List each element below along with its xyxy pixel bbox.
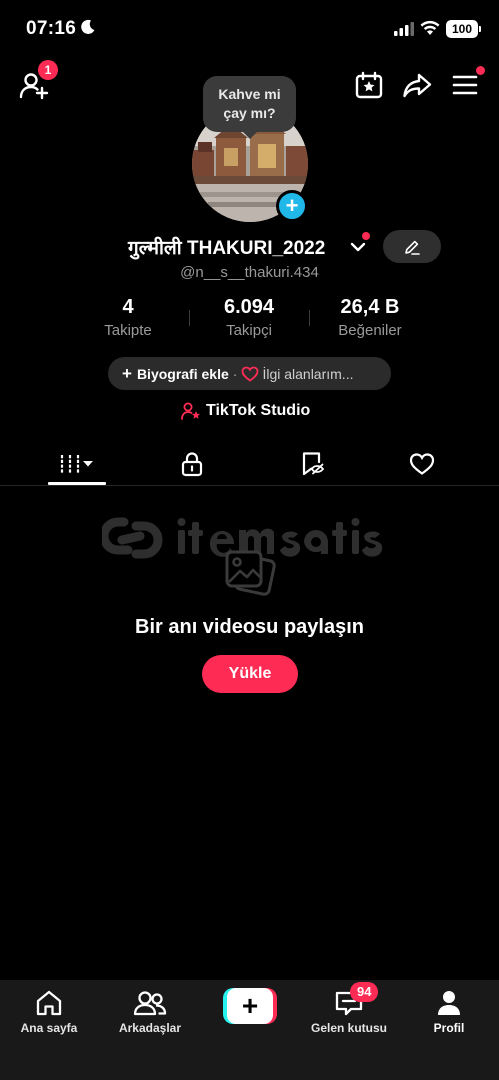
content-tabs	[0, 442, 499, 486]
hamburger-icon	[452, 75, 478, 95]
share-icon	[403, 73, 432, 98]
share-button[interactable]	[400, 68, 434, 102]
add-bio-button[interactable]: Biyografi ekle	[137, 366, 229, 382]
edit-profile-button[interactable]	[383, 230, 441, 263]
inbox-icon	[304, 988, 394, 1018]
plus-icon: +	[285, 193, 299, 218]
tiktok-studio-link[interactable]: TikTok Studio	[181, 400, 310, 422]
nav-profile[interactable]: Profil	[404, 988, 494, 1035]
calendar-button[interactable]	[352, 68, 386, 102]
nav-friends-label: Arkadaşlar	[118, 1021, 182, 1035]
following-label: Takipte	[104, 322, 152, 339]
tab-saved[interactable]	[292, 448, 332, 480]
bio-separator: ·	[232, 365, 238, 382]
status-bar: 07:16 100	[0, 0, 499, 58]
moon-icon	[80, 19, 96, 40]
username: @n__s__thakuri.434	[180, 264, 319, 281]
tab-videos[interactable]	[48, 448, 106, 480]
stat-following[interactable]: 4 Takipte	[88, 296, 168, 339]
plus-icon: +	[122, 363, 132, 383]
heart-icon	[409, 453, 435, 475]
nav-home[interactable]: Ana sayfa	[4, 988, 94, 1035]
chevron-down-icon[interactable]	[350, 240, 366, 258]
wifi-icon	[420, 20, 440, 41]
empty-state-title: Bir anı videosu paylaşın	[135, 616, 364, 638]
stat-divider	[309, 310, 310, 326]
inbox-badge: 94	[350, 982, 379, 1002]
signal-icon	[394, 22, 414, 41]
tab-liked[interactable]	[402, 448, 442, 480]
stat-divider	[189, 310, 190, 326]
nav-friends[interactable]: Arkadaşlar	[105, 988, 195, 1035]
heart-outline-icon	[241, 366, 259, 382]
calendar-star-icon	[355, 71, 383, 99]
battery-indicator: 100	[446, 20, 478, 38]
nav-home-label: Ana sayfa	[20, 1021, 78, 1035]
followers-count: 6.094	[223, 296, 275, 318]
friends-icon	[105, 988, 195, 1018]
note-text-line1: Kahve mi	[218, 86, 281, 102]
status-time: 07:16	[26, 18, 77, 39]
nav-inbox-label: Gelen kutusu	[310, 1021, 387, 1035]
stat-followers[interactable]: 6.094 Takipçi	[200, 296, 298, 339]
add-friend-badge: 1	[38, 60, 58, 80]
interests-button[interactable]: İlgi alanlarım...	[262, 366, 353, 382]
nav-profile-label: Profil	[433, 1021, 465, 1035]
account-notification-dot	[362, 232, 370, 240]
grid-videos-icon	[60, 455, 93, 473]
lock-icon	[181, 452, 203, 477]
profile-icon	[404, 988, 494, 1018]
active-tab-indicator	[48, 482, 106, 485]
home-icon	[4, 988, 94, 1018]
tab-private[interactable]	[172, 448, 212, 480]
bottom-nav: Ana sayfa Arkadaşlar + Gelen kutusu Prof…	[0, 980, 499, 1080]
pencil-icon	[405, 240, 420, 255]
avatar-add-button[interactable]: +	[276, 190, 308, 222]
likes-count: 26,4 B	[340, 296, 400, 318]
bookmark-hidden-icon	[302, 452, 325, 476]
display-name[interactable]: गुल्मीली THAKURI_2022	[128, 234, 325, 260]
profile-stats: 4 Takipte 6.094 Takipçi 26,4 B Beğeniler	[0, 296, 499, 342]
battery-tip	[479, 26, 481, 32]
followers-label: Takipçi	[226, 322, 272, 339]
stat-likes[interactable]: 26,4 B Beğeniler	[320, 296, 420, 339]
bio-interests-pill[interactable]: + Biyografi ekle · İlgi alanlarım...	[108, 357, 391, 390]
studio-label: TikTok Studio	[206, 402, 311, 419]
note-bubble[interactable]: Kahve mi çay mı?	[203, 76, 296, 132]
note-bubble-tail	[242, 131, 258, 139]
note-text-line2: çay mı?	[223, 105, 276, 121]
menu-notification-dot	[476, 66, 485, 75]
user-star-icon	[181, 401, 201, 421]
following-count: 4	[122, 296, 134, 318]
photos-icon	[224, 546, 276, 605]
plus-icon: +	[227, 988, 273, 1024]
create-button[interactable]: +	[223, 988, 277, 1024]
upload-button[interactable]: Yükle	[202, 655, 298, 693]
likes-label: Beğeniler	[338, 322, 402, 339]
nav-inbox[interactable]: Gelen kutusu	[304, 988, 394, 1035]
